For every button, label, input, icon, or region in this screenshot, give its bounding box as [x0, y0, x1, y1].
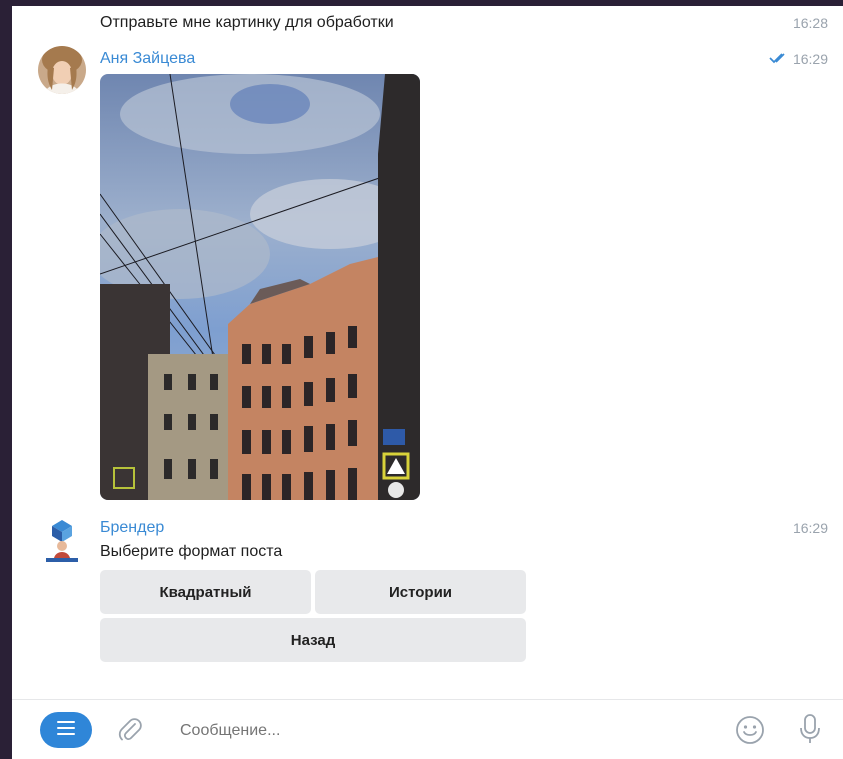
bot-avatar[interactable] — [38, 518, 86, 566]
keyboard-button-square[interactable]: Квадратный — [100, 570, 311, 614]
avatar[interactable] — [38, 46, 86, 94]
message-text: Отправьте мне картинку для обработки — [100, 14, 394, 31]
emoji-icon[interactable] — [734, 714, 766, 746]
keyboard-button-back[interactable]: Назад — [100, 618, 526, 662]
message-time: 16:28 — [792, 15, 828, 31]
message-input[interactable] — [178, 718, 702, 744]
keyboard-button-stories[interactable]: Истории — [315, 570, 526, 614]
sender-name[interactable]: Аня Зайцева — [100, 50, 195, 68]
message-composer — [12, 699, 843, 759]
chat-window: Отправьте мне картинку для обработки 16:… — [12, 6, 843, 759]
menu-button[interactable] — [40, 712, 92, 748]
photo-attachment[interactable] — [100, 74, 420, 500]
message-text: Выберите формат поста — [100, 543, 283, 560]
message-time: 16:29 — [769, 51, 828, 67]
microphone-icon[interactable] — [796, 712, 824, 746]
sender-name[interactable]: Брендер — [100, 519, 164, 537]
double-check-icon — [769, 51, 791, 67]
menu-icon — [56, 720, 76, 740]
paperclip-icon[interactable] — [116, 716, 144, 744]
message-time: 16:29 — [792, 520, 828, 536]
